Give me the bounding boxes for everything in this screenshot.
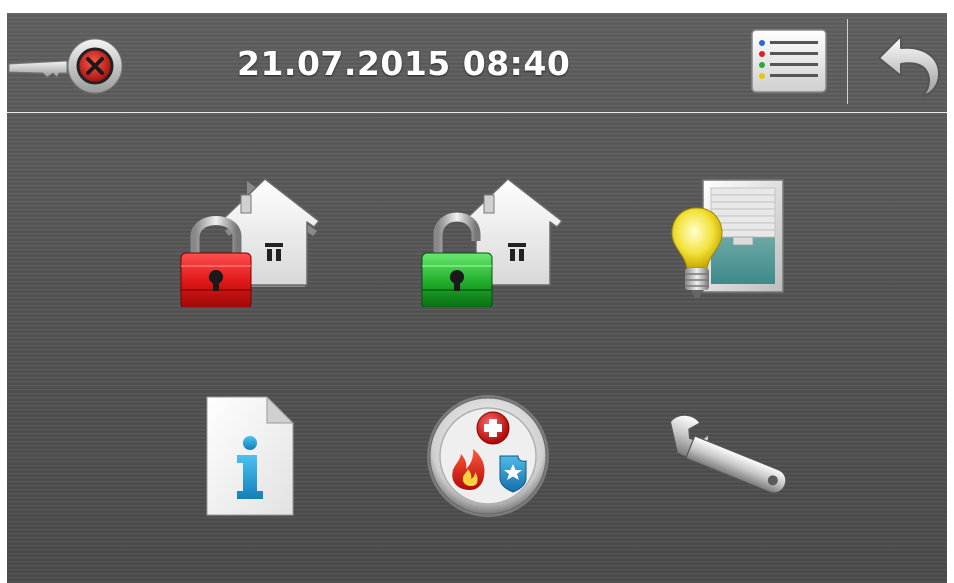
back-arrow-icon [878,35,940,97]
back-button[interactable] [873,30,945,98]
top-bar: 21.07.2015 08:40 [7,13,947,113]
key-disconnected-icon [8,38,123,94]
disarm-button[interactable] [410,177,570,310]
event-list-icon [751,29,827,93]
emergency-badge-icon [427,395,549,517]
topbar-divider [847,19,848,104]
key-status-button[interactable] [7,37,127,97]
wrench-icon [669,414,787,494]
control-button[interactable] [659,176,789,311]
unlocked-house-icon [421,178,563,310]
emergency-button[interactable] [420,394,555,519]
lightbulb-blind-icon [671,179,784,298]
locked-house-icon [180,178,320,310]
arm-button[interactable] [167,177,327,310]
event-list-button[interactable] [750,28,828,94]
info-button[interactable] [195,393,300,518]
datetime-display: 21.07.2015 08:40 [237,44,571,83]
info-document-icon [206,395,295,516]
screen: 21.07.2015 08:40 [7,13,947,583]
service-button[interactable] [650,414,800,505]
